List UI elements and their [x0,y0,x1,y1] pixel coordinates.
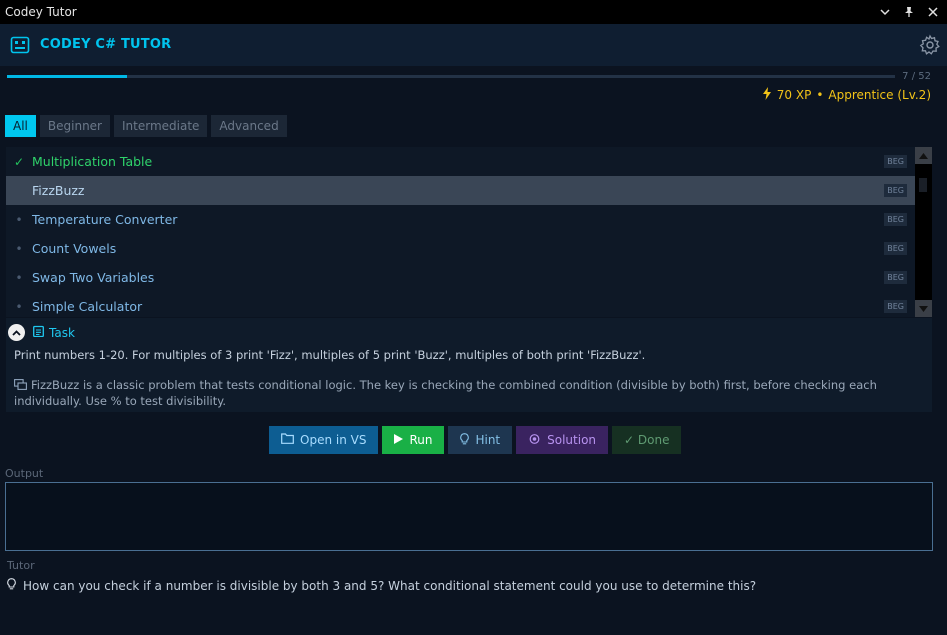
action-bar: Open in VS Run Hint Solution ✓ Done [269,426,682,454]
list-item[interactable]: • Temperature Converter BEG [6,205,915,234]
output-label: Output [5,467,44,480]
window-titlebar: Codey Tutor [0,0,947,24]
task-note-text: FizzBuzz is a classic problem that tests… [14,378,877,408]
app-title: CODEY C# TUTOR [40,37,172,52]
bullet-icon: • [15,270,23,285]
scroll-down-icon[interactable] [915,300,932,317]
difficulty-badge: BEG [884,184,907,197]
collapse-icon[interactable] [8,324,25,341]
eye-icon [528,433,541,447]
bullet-icon: • [15,212,23,227]
hint-button[interactable]: Hint [448,426,513,454]
exercise-name: Swap Two Variables [32,270,155,285]
tutor-message: How can you check if a number is divisib… [7,578,756,593]
open-in-vs-label: Open in VS [300,433,367,447]
solution-label: Solution [547,433,597,447]
chevron-down-icon[interactable] [877,4,893,20]
xp-status: 70 XP • Apprentice (Lv.2) [762,87,931,103]
filter-intermediate[interactable]: Intermediate [113,115,208,137]
bullet-icon: • [15,299,23,314]
done-button[interactable]: ✓ Done [612,426,682,454]
rank-label: Apprentice (Lv.2) [828,88,931,102]
task-panel: Task Print numbers 1-20. For multiples o… [6,318,932,412]
play-icon [394,433,404,447]
info-icon [14,379,27,394]
lightning-icon [762,87,772,103]
task-description: Print numbers 1-20. For multiples of 3 p… [14,348,646,362]
close-icon[interactable] [925,4,941,20]
folder-icon [281,433,294,447]
solution-button[interactable]: Solution [516,426,609,454]
app-logo-icon [10,35,30,55]
progress-fill [7,75,127,78]
output-console[interactable] [5,482,933,551]
list-item[interactable]: • Swap Two Variables BEG [6,263,915,292]
lightbulb-icon [460,432,470,448]
check-icon: ✓ [13,154,25,169]
filter-all[interactable]: All [5,115,36,137]
task-note: FizzBuzz is a classic problem that tests… [14,378,924,409]
scroll-thumb[interactable] [919,178,927,192]
filter-advanced[interactable]: Advanced [211,115,287,137]
run-button[interactable]: Run [382,426,445,454]
xp-value: 70 XP [776,88,812,102]
task-title: Task [49,325,75,340]
scroll-up-icon[interactable] [915,147,932,164]
progress-count: 7 / 52 [902,71,931,82]
bullet-icon: • [15,241,23,256]
clipboard-icon [33,325,44,340]
difficulty-badge: BEG [884,213,907,226]
filter-beginner[interactable]: Beginner [39,115,110,137]
exercise-list: ✓ Multiplication Table BEG FizzBuzz BEG … [6,147,915,317]
list-item[interactable]: • Count Vowels BEG [6,234,915,263]
app-header: CODEY C# TUTOR [0,24,947,66]
exercise-name: FizzBuzz [32,183,85,198]
pin-icon[interactable] [901,4,917,20]
difficulty-badge: BEG [884,155,907,168]
difficulty-badge: BEG [884,300,907,313]
open-in-vs-button[interactable]: Open in VS [269,426,379,454]
lightbulb-icon [7,578,16,593]
progress-bar [7,75,895,78]
done-label: ✓ Done [624,433,670,447]
hint-label: Hint [475,433,501,447]
difficulty-badge: BEG [884,242,907,255]
xp-separator: • [816,88,824,102]
window-title: Codey Tutor [5,5,77,19]
difficulty-filter: All Beginner Intermediate Advanced [5,115,287,137]
list-item[interactable]: ✓ Multiplication Table BEG [6,147,915,176]
tutor-message-text: How can you check if a number is divisib… [23,578,757,593]
list-item[interactable]: • Simple Calculator BEG [6,292,915,317]
exercise-name: Simple Calculator [32,299,143,314]
list-item[interactable]: FizzBuzz BEG [6,176,915,205]
gear-icon[interactable] [919,34,941,56]
exercise-name: Temperature Converter [32,212,178,227]
run-label: Run [409,433,433,447]
exercise-name: Multiplication Table [32,154,153,169]
exercise-name: Count Vowels [32,241,117,256]
tutor-label: Tutor [7,559,35,572]
list-scrollbar[interactable] [915,147,932,317]
difficulty-badge: BEG [884,271,907,284]
